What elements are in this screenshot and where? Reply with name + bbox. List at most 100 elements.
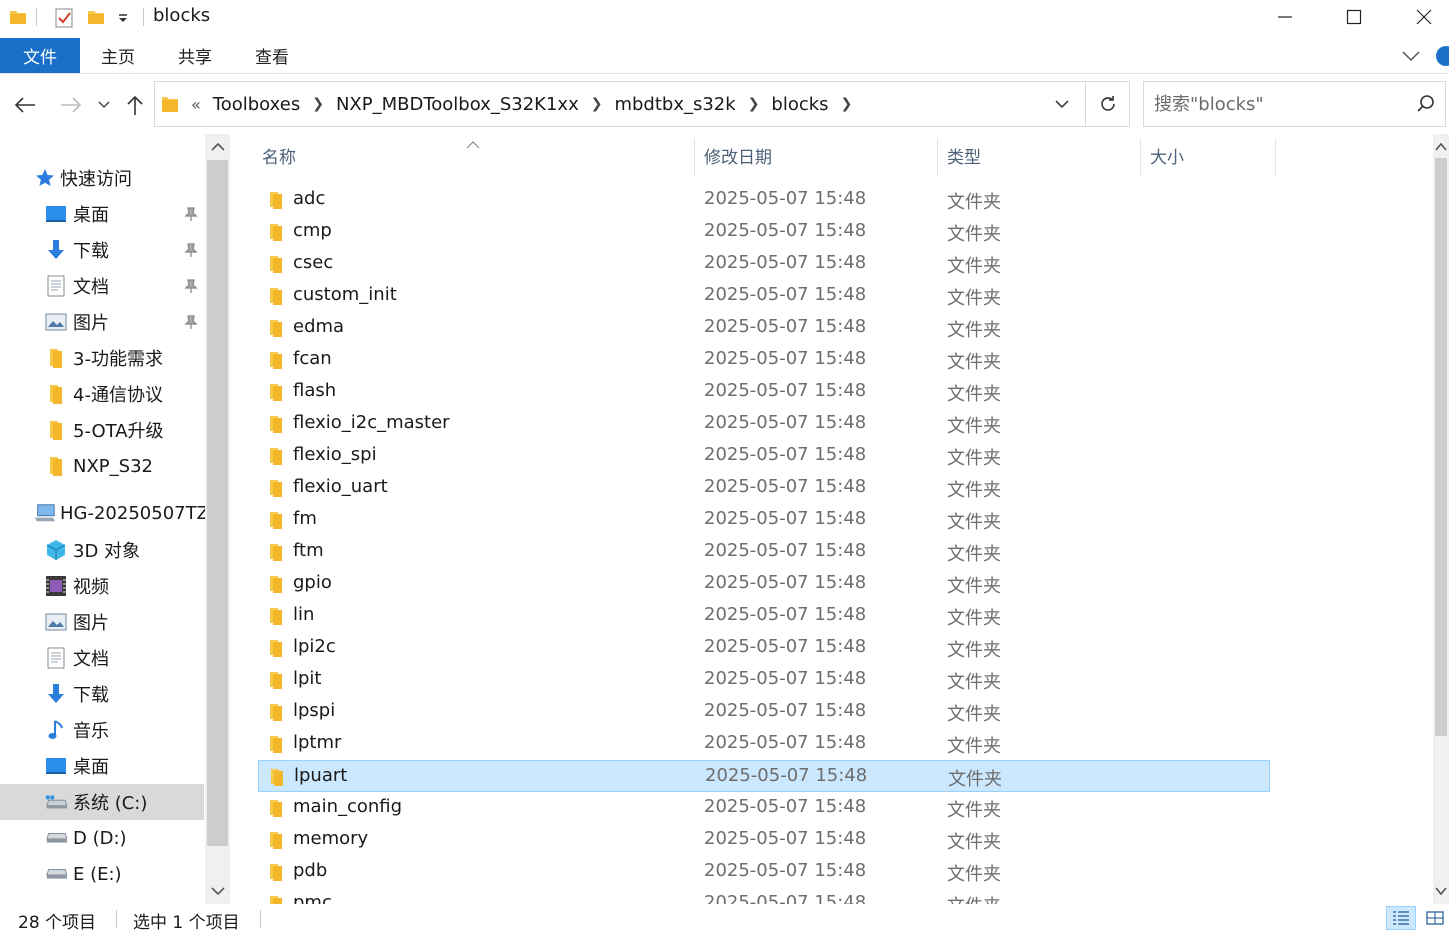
chevron-down-icon[interactable] — [1435, 886, 1447, 896]
file-row[interactable]: lpspi 2025-05-07 15:48 文件夹 — [258, 696, 1270, 728]
column-header-modified[interactable]: 修改日期 — [704, 134, 934, 176]
close-button[interactable] — [1389, 0, 1449, 34]
pin-icon[interactable] — [183, 242, 199, 258]
minimize-button[interactable] — [1250, 0, 1320, 34]
chevron-right-icon[interactable]: ❯ — [591, 96, 603, 112]
nav-item-desktop[interactable]: 桌面 — [0, 196, 204, 232]
tab-share[interactable]: 共享 — [165, 38, 225, 73]
nav-item-drive-e[interactable]: E (E:) — [0, 856, 204, 892]
file-row[interactable]: lpit 2025-05-07 15:48 文件夹 — [258, 664, 1270, 696]
folder-icon — [268, 223, 284, 241]
nav-item-music[interactable]: 音乐 — [0, 712, 204, 748]
file-modified: 2025-05-07 15:48 — [704, 380, 867, 401]
breadcrumb-item[interactable]: blocks — [771, 94, 828, 115]
file-row[interactable]: pdb 2025-05-07 15:48 文件夹 — [258, 856, 1270, 888]
chevron-down-icon[interactable] — [211, 886, 225, 896]
chevron-right-icon[interactable]: ❯ — [312, 96, 324, 112]
file-row[interactable]: edma 2025-05-07 15:48 文件夹 — [258, 312, 1270, 344]
nav-item-pictures[interactable]: 图片 — [0, 304, 204, 340]
nav-item-3d-objects[interactable]: 3D 对象 — [0, 532, 204, 568]
properties-check-icon[interactable] — [54, 6, 74, 28]
file-row[interactable]: memory 2025-05-07 15:48 文件夹 — [258, 824, 1270, 856]
nav-item-documents[interactable]: 文档 — [0, 268, 204, 304]
chevron-up-icon[interactable] — [211, 142, 225, 152]
nav-item-drive-d[interactable]: D (D:) — [0, 820, 204, 856]
file-row[interactable]: flexio_uart 2025-05-07 15:48 文件夹 — [258, 472, 1270, 504]
file-modified: 2025-05-07 15:48 — [704, 412, 867, 433]
nav-item-folder[interactable]: NXP_S32 — [0, 448, 204, 484]
file-row[interactable]: lpi2c 2025-05-07 15:48 文件夹 — [258, 632, 1270, 664]
nav-this-pc[interactable]: HG-20250507TZ — [0, 495, 209, 531]
file-row[interactable]: fm 2025-05-07 15:48 文件夹 — [258, 504, 1270, 536]
search-icon[interactable] — [1416, 94, 1436, 118]
nav-item-downloads[interactable]: 下载 — [0, 676, 204, 712]
file-row[interactable]: flexio_i2c_master 2025-05-07 15:48 文件夹 — [258, 408, 1270, 440]
customize-toolbar-dropdown-icon[interactable] — [116, 6, 130, 28]
folder-icon — [268, 607, 284, 625]
nav-item-desktop[interactable]: 桌面 — [0, 748, 204, 784]
search-input[interactable] — [1154, 92, 1409, 116]
file-modified: 2025-05-07 15:48 — [704, 796, 867, 817]
address-bar[interactable]: « Toolboxes ❯ NXP_MBDToolbox_S32K1xx ❯ m… — [154, 81, 1130, 127]
tab-file[interactable]: 文件 — [0, 38, 80, 73]
file-row[interactable]: pmc 2025-05-07 15:48 文件夹 — [258, 888, 1270, 904]
breadcrumb-item[interactable]: Toolboxes — [213, 94, 300, 115]
arrow-up-icon — [127, 95, 143, 115]
search-box[interactable] — [1143, 81, 1446, 127]
file-row[interactable]: lin 2025-05-07 15:48 文件夹 — [258, 600, 1270, 632]
pin-icon[interactable] — [183, 206, 199, 222]
nav-item-documents[interactable]: 文档 — [0, 640, 204, 676]
chevron-right-icon[interactable]: ❯ — [841, 96, 853, 112]
column-header-name[interactable]: 名称 — [262, 134, 692, 176]
nav-item-folder[interactable]: 4-通信协议 — [0, 376, 204, 412]
chevron-up-icon[interactable] — [1435, 142, 1447, 152]
refresh-button[interactable] — [1095, 92, 1121, 116]
recent-locations-button[interactable] — [94, 90, 114, 120]
file-row[interactable]: lptmr 2025-05-07 15:48 文件夹 — [258, 728, 1270, 760]
nav-item-system-drive[interactable]: 系统 (C:) — [0, 784, 204, 820]
nav-item-folder[interactable]: 3-功能需求 — [0, 340, 204, 376]
file-name: cmp — [293, 220, 332, 241]
nav-quick-access[interactable]: 快速访问 — [0, 160, 204, 196]
file-row[interactable]: custom_init 2025-05-07 15:48 文件夹 — [258, 280, 1270, 312]
expand-ribbon-icon[interactable] — [1400, 48, 1422, 64]
file-list-scrollbar[interactable] — [1433, 134, 1449, 904]
new-folder-icon[interactable] — [86, 6, 106, 28]
file-row[interactable]: cmp 2025-05-07 15:48 文件夹 — [258, 216, 1270, 248]
nav-item-videos[interactable]: 视频 — [0, 568, 204, 604]
help-icon[interactable] — [1432, 44, 1449, 68]
breadcrumb-item[interactable]: NXP_MBDToolbox_S32K1xx — [336, 94, 579, 115]
up-button[interactable] — [122, 90, 148, 120]
file-row[interactable]: csec 2025-05-07 15:48 文件夹 — [258, 248, 1270, 280]
tab-view[interactable]: 查看 — [242, 38, 302, 73]
column-header-type[interactable]: 类型 — [947, 134, 1137, 176]
nav-item-folder[interactable]: 5-OTA升级 — [0, 412, 204, 448]
maximize-button[interactable] — [1319, 0, 1389, 34]
file-row[interactable]: adc 2025-05-07 15:48 文件夹 — [258, 184, 1270, 216]
address-history-dropdown[interactable] — [1050, 94, 1074, 114]
forward-button[interactable] — [56, 90, 86, 120]
breadcrumb-overflow[interactable]: « — [191, 95, 201, 114]
file-row[interactable]: flexio_spi 2025-05-07 15:48 文件夹 — [258, 440, 1270, 472]
pin-icon[interactable] — [183, 278, 199, 294]
column-header-size[interactable]: 大小 — [1150, 134, 1270, 176]
nav-scrollbar[interactable] — [205, 134, 230, 904]
file-row[interactable]: main_config 2025-05-07 15:48 文件夹 — [258, 792, 1270, 824]
breadcrumb-item[interactable]: mbdtbx_s32k — [614, 94, 735, 115]
tab-home[interactable]: 主页 — [88, 38, 148, 73]
details-view-button[interactable] — [1386, 906, 1416, 930]
file-row[interactable]: ftm 2025-05-07 15:48 文件夹 — [258, 536, 1270, 568]
nav-item-pictures[interactable]: 图片 — [0, 604, 204, 640]
back-button[interactable] — [10, 90, 40, 120]
file-row[interactable]: gpio 2025-05-07 15:48 文件夹 — [258, 568, 1270, 600]
large-icons-view-button[interactable] — [1420, 906, 1449, 930]
scrollbar-thumb[interactable] — [207, 160, 228, 846]
file-row[interactable]: fcan 2025-05-07 15:48 文件夹 — [258, 344, 1270, 376]
nav-item-downloads[interactable]: 下载 — [0, 232, 204, 268]
file-row[interactable]: lpuart 2025-05-07 15:48 文件夹 — [258, 760, 1270, 792]
pin-icon[interactable] — [183, 314, 199, 330]
chevron-right-icon[interactable]: ❯ — [748, 96, 760, 112]
scrollbar-thumb[interactable] — [1435, 158, 1447, 736]
file-row[interactable]: flash 2025-05-07 15:48 文件夹 — [258, 376, 1270, 408]
file-type: 文件夹 — [947, 576, 1001, 597]
